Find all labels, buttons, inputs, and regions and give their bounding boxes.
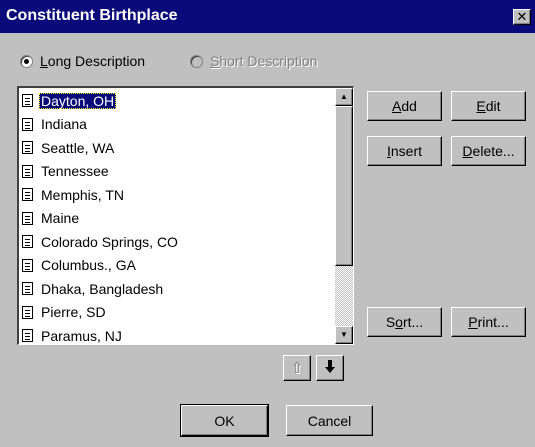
list-item[interactable]: Memphis, TN	[19, 183, 333, 207]
list-item-label: Pierre, SD	[41, 304, 106, 321]
document-icon	[22, 164, 33, 178]
up-arrow-icon: ⇧	[290, 360, 304, 377]
list-items: Dayton, OH Indiana Seattle, WA Tennessee Mem…	[19, 89, 333, 344]
list-item-label: Indiana	[41, 116, 87, 133]
document-icon	[22, 305, 33, 319]
print-button[interactable]: Print...	[451, 307, 526, 337]
list-item[interactable]: Columbus., GA	[19, 254, 333, 278]
down-arrow-icon	[324, 359, 336, 377]
list-item[interactable]: Pierre, SD	[19, 301, 333, 325]
move-up-button[interactable]: ⇧	[283, 355, 311, 381]
window-title: Constituent Birthplace	[6, 7, 178, 24]
list-item-label: Dayton, OH	[39, 92, 117, 109]
list-item[interactable]: Maine	[19, 207, 333, 231]
edit-button[interactable]: Edit	[451, 91, 526, 121]
close-button[interactable]: ✕	[513, 9, 531, 25]
sort-button-label: Sort...	[385, 314, 424, 330]
list-item[interactable]: Indiana	[19, 113, 333, 137]
list-item[interactable]: Seattle, WA	[19, 136, 333, 160]
long-description-radio[interactable]: Long Description	[20, 50, 145, 72]
list-item-label: Colorado Springs, CO	[41, 233, 178, 250]
title-bar[interactable]: Constituent Birthplace ✕	[0, 0, 535, 33]
document-icon	[22, 141, 33, 155]
ok-button[interactable]: OK	[180, 404, 269, 437]
scroll-thumb[interactable]	[335, 106, 353, 266]
radio-unselected-icon	[190, 54, 203, 68]
list-item-label: Paramus, NJ	[41, 327, 122, 344]
insert-button[interactable]: Insert	[367, 136, 442, 166]
list-item-label: Memphis, TN	[41, 186, 124, 203]
list-item-label: Columbus., GA	[41, 257, 136, 274]
document-icon	[22, 211, 33, 225]
list-item-label: Tennessee	[41, 163, 109, 180]
delete-button[interactable]: Delete...	[451, 136, 526, 166]
long-description-label: Long Description	[40, 53, 146, 69]
sort-button[interactable]: Sort...	[367, 307, 442, 337]
document-icon	[22, 235, 33, 249]
list-item-label: Maine	[41, 210, 80, 227]
add-button[interactable]: Add	[367, 91, 442, 121]
delete-button-label: Delete...	[462, 143, 515, 159]
short-description-label: Short Description	[210, 53, 318, 69]
document-icon	[22, 188, 33, 202]
edit-button-label: Edit	[476, 98, 501, 114]
document-icon	[22, 282, 33, 296]
scroll-down-button[interactable]: ▼	[335, 326, 353, 344]
birthplace-dialog: Constituent Birthplace ✕ Long Descriptio…	[0, 0, 535, 447]
list-item[interactable]: Paramus, NJ	[19, 324, 333, 344]
radio-selected-icon	[20, 54, 33, 68]
birthplace-list[interactable]: Dayton, OH Indiana Seattle, WA Tennessee Mem…	[17, 86, 354, 345]
document-icon	[22, 258, 33, 272]
insert-button-label: Insert	[386, 143, 422, 159]
scroll-track[interactable]	[335, 106, 353, 326]
document-icon	[22, 329, 33, 343]
list-item[interactable]: Dayton, OH	[19, 89, 333, 113]
move-down-button[interactable]	[316, 355, 344, 381]
list-item[interactable]: Dhaka, Bangladesh	[19, 277, 333, 301]
document-icon	[22, 117, 33, 131]
add-button-label: Add	[392, 98, 417, 114]
vertical-scrollbar[interactable]: ▲ ▼	[335, 88, 353, 344]
list-item[interactable]: Tennessee	[19, 160, 333, 184]
short-description-radio[interactable]: Short Description	[190, 50, 317, 72]
list-item[interactable]: Colorado Springs, CO	[19, 230, 333, 254]
cancel-button[interactable]: Cancel	[286, 405, 373, 436]
document-icon	[22, 94, 33, 108]
scroll-up-button[interactable]: ▲	[335, 88, 353, 106]
list-item-label: Seattle, WA	[41, 139, 115, 156]
list-item-label: Dhaka, Bangladesh	[41, 280, 164, 297]
print-button-label: Print...	[468, 314, 509, 330]
